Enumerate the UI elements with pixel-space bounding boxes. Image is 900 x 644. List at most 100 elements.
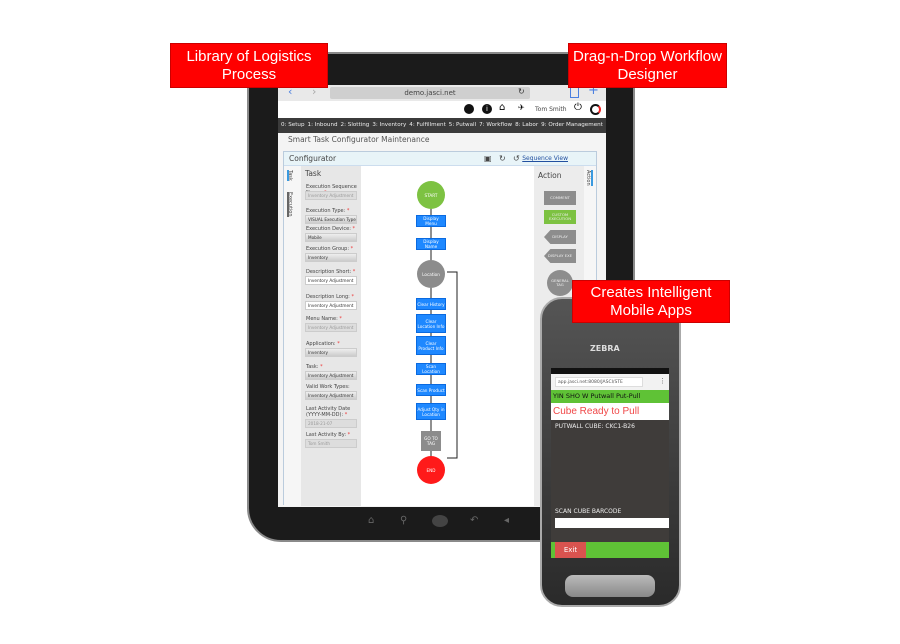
nav-item[interactable]: 0: Setup — [281, 122, 305, 128]
nav-item[interactable]: 4: Fulfillment — [409, 122, 446, 128]
field-input[interactable]: VISUAL Execution Type — [305, 215, 357, 224]
field-label-text: Description Short: — [306, 269, 352, 275]
phone-header: YIN SHO W Putwall Put-Pull — [551, 390, 669, 403]
logout-icon[interactable] — [590, 104, 601, 115]
nav-item[interactable]: 3: Inventory — [372, 122, 406, 128]
back-circle-icon[interactable] — [464, 104, 474, 114]
required-marker: * — [349, 294, 354, 300]
tab-execution[interactable]: Execution — [287, 192, 293, 217]
field-label-text: Application: — [306, 341, 336, 347]
action-item[interactable]: CUSTOM EXECUTION — [544, 210, 576, 224]
nav-item[interactable]: 7: Workflow — [479, 122, 512, 128]
required-marker: * — [346, 432, 351, 438]
field-label: Valid Work Types: — [306, 384, 360, 390]
field-input[interactable]: Inventory Adjustment — [305, 323, 357, 332]
action-title: Action — [538, 171, 562, 180]
library-label: Library of Logistics Process — [170, 43, 328, 88]
required-marker: * — [351, 269, 356, 275]
field-input[interactable]: Mobile — [305, 233, 357, 242]
field-input[interactable]: Inventory Adjustment — [305, 391, 357, 400]
field-input[interactable]: Inventory Adjustment — [305, 276, 357, 285]
url-field[interactable]: demo.jasci.net — [330, 87, 530, 99]
search-icon[interactable]: ⚲ — [400, 515, 407, 526]
workflow-canvas[interactable]: START Display Menu Display Name Location Cle… — [361, 166, 534, 506]
home-icon[interactable]: ⌂ — [368, 515, 374, 526]
designer-label: Drag-n-Drop Workflow Designer — [568, 43, 727, 88]
flow-step[interactable]: Scan Product — [416, 384, 446, 396]
field-label: Task: * — [306, 364, 360, 370]
field-input[interactable]: Inventory Adjustment — [305, 301, 357, 310]
reload-icon[interactable]: ↻ — [518, 87, 525, 96]
action-item[interactable]: COMMENT — [544, 191, 576, 205]
field-label: Application: * — [306, 341, 360, 347]
field-label-text: Menu Name: — [306, 316, 338, 322]
exit-button[interactable]: Exit — [555, 542, 586, 558]
phone-url[interactable]: app.jasci.net:8080/JASCI/STE — [555, 377, 643, 387]
field-label-text: Description Long: — [306, 294, 350, 300]
cube-info: PUTWALL CUBE: CKC1-B26 — [555, 423, 635, 430]
scan-input[interactable] — [555, 518, 669, 528]
task-panel: Task Execution Sequence Name: *Inventory… — [301, 166, 361, 506]
flow-step[interactable]: Display Menu — [416, 215, 446, 227]
tab-action[interactable]: Action — [585, 170, 593, 186]
field-label: Last Activity Date (YYYY-MM-DD): * — [306, 406, 360, 418]
field-label: Last Activity By: * — [306, 432, 360, 438]
action-item[interactable]: DISPLAY — [544, 230, 576, 244]
nav-item[interactable]: 8: Labor — [515, 122, 538, 128]
power-icon[interactable]: ⏻ — [574, 102, 582, 113]
home-icon[interactable]: ⌂ — [499, 102, 505, 113]
field-label: Description Short: * — [306, 269, 360, 275]
flow-step[interactable]: Clear History — [416, 298, 446, 310]
sequence-view-link[interactable]: Sequence View — [522, 152, 568, 166]
info-icon[interactable]: i — [482, 104, 492, 114]
flow-step[interactable]: Adjust Qty in Location — [416, 403, 446, 420]
save-icon[interactable]: ▣ — [484, 152, 492, 166]
field-label: Execution Group: * — [306, 246, 360, 252]
required-marker: * — [350, 226, 356, 232]
field-input[interactable]: Inventory Adjustment — [305, 191, 357, 200]
user-name[interactable]: Tom Smith — [535, 106, 567, 113]
back-icon[interactable]: ↶ — [470, 515, 478, 526]
nav-item[interactable]: 1: Inbound — [308, 122, 338, 128]
field-input[interactable]: Inventory Adjustment — [305, 371, 357, 380]
phone-screen: app.jasci.net:8080/JASCI/STE ⋮ YIN SHO W… — [551, 368, 669, 558]
nav-item[interactable]: 2: Slotting — [341, 122, 370, 128]
flow-step[interactable]: Scan Location — [416, 363, 446, 375]
undo-icon[interactable]: ↺ — [513, 152, 520, 166]
menu-icon[interactable]: ⋮ — [659, 377, 666, 385]
field-label: Menu Name: * — [306, 316, 360, 322]
required-marker: * — [318, 364, 323, 370]
nav-item[interactable]: 5: Putwall — [449, 122, 476, 128]
phone-speaker — [565, 575, 655, 597]
field-input[interactable]: Tom Smith — [305, 439, 357, 448]
refresh-icon[interactable]: ↻ — [499, 152, 506, 166]
field-input[interactable]: Inventory — [305, 348, 357, 357]
share-icon[interactable] — [570, 87, 579, 98]
required-marker: * — [345, 208, 350, 214]
flow-step[interactable]: Clear Location Info — [416, 314, 446, 333]
flow-step[interactable]: Clear Product Info — [416, 336, 446, 355]
field-label: Description Long: * — [306, 294, 360, 300]
configurator-header: Configurator ▣ ↻ ↺ Sequence View — [284, 152, 596, 166]
field-label-text: Valid Work Types: — [306, 384, 350, 390]
home-button-icon[interactable] — [432, 515, 448, 527]
nav-item[interactable]: 9: Order Management — [541, 122, 603, 128]
flow-goto[interactable]: GO TO TAG — [421, 431, 441, 451]
main-nav: 0: Setup 1: Inbound 2: Slotting 3: Inventor… — [278, 118, 606, 133]
field-label: Execution Type: * — [306, 208, 360, 214]
flow-location[interactable]: Location — [417, 260, 445, 288]
flow-step[interactable]: Display Name — [416, 238, 446, 250]
volume-icon[interactable]: ◂ — [504, 515, 509, 526]
tab-task[interactable]: Task — [287, 170, 293, 181]
action-item[interactable]: DISPLAY EXE — [544, 249, 576, 263]
field-label-text: Execution Group: — [306, 246, 350, 252]
flow-connectors — [430, 206, 458, 466]
configurator-title: Configurator — [289, 154, 337, 163]
action-item[interactable]: GENERAL TAG — [547, 270, 573, 296]
notifications-icon[interactable]: ✈ — [518, 103, 525, 112]
flow-end[interactable]: END — [417, 456, 445, 484]
field-input[interactable]: Inventory — [305, 253, 357, 262]
required-marker: * — [343, 412, 348, 418]
field-input[interactable]: 2018-21-07 — [305, 419, 357, 428]
flow-start[interactable]: START — [417, 181, 445, 209]
